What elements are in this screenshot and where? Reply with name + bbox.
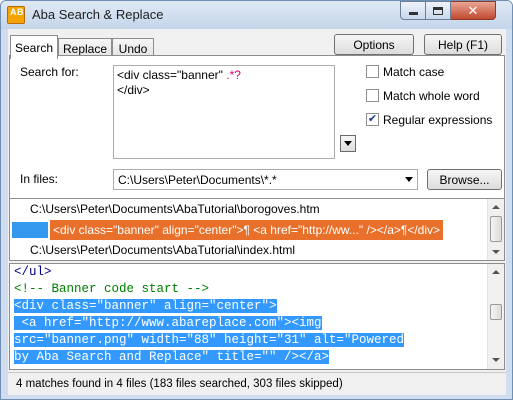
browse-label: Browse... — [439, 172, 490, 187]
chevron-down-icon — [344, 141, 352, 146]
match-case-label[interactable]: Match case — [383, 65, 444, 79]
app-window: AB Aba Search & Replace ✕ Search Replace… — [0, 0, 513, 400]
window-title: Aba Search & Replace — [32, 7, 164, 22]
preview-selected-line: by Aba Search and Replace" title="" /></… — [14, 350, 330, 364]
close-icon: ✕ — [467, 3, 479, 18]
results-list[interactable]: C:\Users\Peter\Documents\AbaTutorial\bor… — [9, 198, 505, 261]
scrollbar-thumb[interactable] — [490, 216, 502, 242]
result-match-text: <div class="banner" align="center">¶ <a … — [50, 220, 444, 240]
result-file-path: C:\Users\Peter\Documents\AbaTutorial\ind… — [30, 243, 295, 257]
search-for-label: Search for: — [20, 65, 79, 79]
app-icon: AB — [7, 6, 25, 24]
arrow-up-icon — [492, 205, 500, 209]
search-regex-token-2: ? — [234, 68, 241, 82]
result-match-row[interactable]: <div class="banner" align="center">¶ <a … — [10, 220, 488, 240]
arrow-down-icon — [492, 358, 500, 362]
checkmark-icon: ✔ — [367, 113, 378, 125]
minimize-button[interactable] — [400, 1, 426, 20]
results-scrollbar[interactable] — [487, 199, 504, 260]
in-files-value: C:\Users\Peter\Documents\*.* — [118, 173, 277, 187]
preview-selected-line: <a href="http://www.abareplace.com"><img — [14, 316, 322, 330]
search-history-dropdown[interactable] — [340, 135, 356, 152]
maximize-button[interactable] — [426, 1, 451, 20]
arrow-down-icon — [492, 250, 500, 254]
result-file-path: C:\Users\Peter\Documents\AbaTutorial\bor… — [30, 202, 320, 216]
scroll-up-arrow[interactable] — [488, 199, 504, 215]
arrow-up-icon — [492, 270, 500, 274]
match-whole-word-label[interactable]: Match whole word — [383, 89, 480, 103]
preview-selected-line: src="banner.png" width="88" height="31" … — [14, 333, 405, 347]
close-button[interactable]: ✕ — [451, 1, 496, 20]
options-label: Options — [353, 37, 395, 52]
search-input[interactable]: <div class="banner" .*? </div> — [113, 65, 335, 159]
match-whole-word-checkbox[interactable] — [366, 89, 379, 102]
regular-expressions-checkbox[interactable]: ✔ — [366, 113, 379, 126]
tab-search[interactable]: Search — [10, 35, 58, 59]
preview-scrollbar[interactable] — [487, 264, 504, 369]
in-files-combobox[interactable]: C:\Users\Peter\Documents\*.* — [113, 169, 418, 190]
preview-selected-line: <div class="banner" align="center"> — [14, 299, 277, 313]
search-text-line1: <div class="banner" — [117, 68, 227, 82]
match-selection-marker — [12, 222, 48, 238]
scroll-down-arrow[interactable] — [488, 352, 504, 368]
chevron-down-icon[interactable] — [405, 177, 413, 182]
status-text: 4 matches found in 4 files (183 files se… — [16, 378, 343, 390]
minimize-icon — [408, 12, 418, 15]
preview-line: <!-- Banner code start --> — [14, 282, 210, 296]
result-file-row[interactable]: C:\Users\Peter\Documents\AbaTutorial\bor… — [10, 199, 488, 219]
client-area: Search Replace Undo Options Help (F1) Se… — [8, 29, 506, 395]
browse-button[interactable]: Browse... — [427, 169, 502, 190]
search-text-line2: </div> — [117, 83, 150, 97]
in-files-label: In files: — [20, 172, 59, 186]
result-file-row[interactable]: C:\Users\Peter\Documents\AbaTutorial\ind… — [10, 240, 488, 260]
help-label: Help (F1) — [437, 37, 488, 52]
options-button[interactable]: Options — [334, 34, 414, 55]
regular-expressions-label[interactable]: Regular expressions — [383, 113, 492, 127]
maximize-icon — [433, 6, 443, 15]
tab-search-label: Search — [14, 40, 54, 55]
help-button[interactable]: Help (F1) — [424, 34, 502, 55]
scroll-up-arrow[interactable] — [488, 264, 504, 280]
tab-replace-label: Replace — [62, 42, 108, 56]
title-bar[interactable]: AB Aba Search & Replace ✕ — [1, 1, 512, 29]
status-bar: 4 matches found in 4 files (183 files se… — [8, 372, 506, 395]
scroll-down-arrow[interactable] — [488, 244, 504, 260]
match-case-checkbox[interactable] — [366, 65, 379, 78]
scrollbar-thumb[interactable] — [490, 304, 502, 320]
icon-letter-b: B — [17, 7, 24, 17]
tab-undo-label: Undo — [118, 42, 148, 56]
file-preview[interactable]: </ul> <!-- Banner code start --> <div cl… — [9, 263, 505, 370]
icon-letter-a: A — [10, 7, 17, 17]
preview-line: </ul> — [14, 265, 52, 279]
